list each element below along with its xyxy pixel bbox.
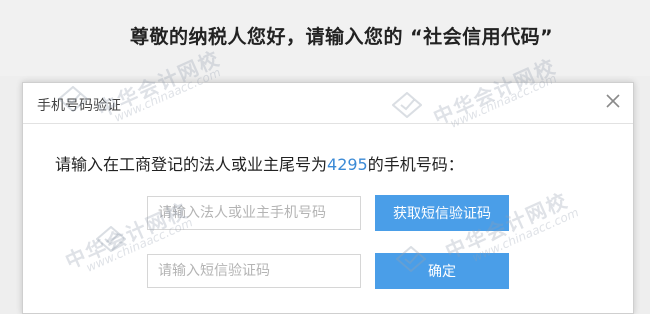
sms-code-input[interactable] [147,254,361,288]
get-sms-code-button[interactable]: 获取短信验证码 [375,195,509,231]
phone-verification-dialog: 手机号码验证 请输入在工商登记的法人或业主尾号为4295的手机号码： 获取短信验… [22,82,634,314]
phone-number-input[interactable] [147,196,361,230]
instruction-prefix: 请输入在工商登记的法人或业主尾号为 [55,155,328,174]
dialog-title: 手机号码验证 [37,98,121,114]
confirm-button[interactable]: 确定 [375,253,509,289]
phone-tail-digits: 4295 [327,155,368,174]
dialog-header: 手机号码验证 [23,83,633,124]
close-icon[interactable] [603,91,623,111]
instruction-text: 请输入在工商登记的法人或业主尾号为4295的手机号码： [55,151,464,175]
instruction-suffix: 的手机号码： [367,155,464,174]
page-header: 尊敬的纳税人您好，请输入您的 “社会信用代码” [0,0,650,76]
page-prompt-title: 尊敬的纳税人您好，请输入您的 “社会信用代码” [130,26,554,48]
